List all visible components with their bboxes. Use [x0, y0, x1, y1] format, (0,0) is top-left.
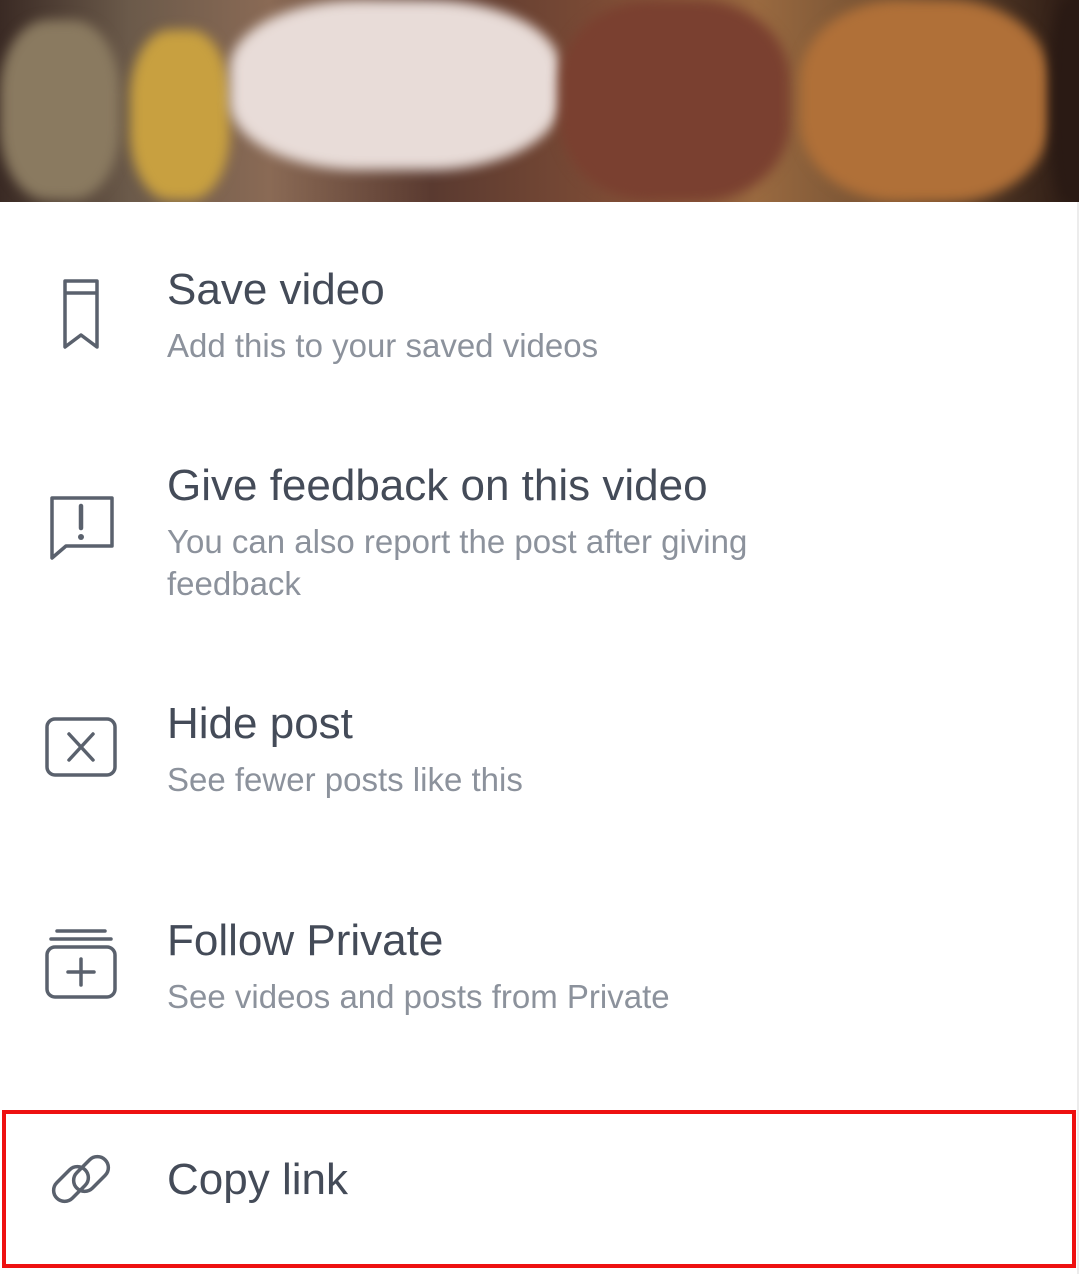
video-thumbnail[interactable] — [0, 0, 1079, 202]
menu-item-hide-post[interactable]: Hide post See fewer posts like this — [0, 696, 1079, 816]
video-blur-region — [130, 30, 230, 200]
link-icon — [40, 1138, 122, 1220]
follow-icon — [40, 921, 122, 1003]
menu-item-copy-link[interactable]: Copy link — [0, 1130, 1079, 1240]
menu-item-title: Give feedback on this video — [167, 461, 708, 510]
menu-item-subtitle: You can also report the post after givin… — [167, 523, 748, 602]
menu-item-subtitle: See videos and posts from Private — [167, 978, 670, 1015]
menu-item-subtitle: Add this to your saved videos — [167, 327, 599, 364]
video-blur-region — [1050, 0, 1079, 202]
video-blur-region — [230, 0, 560, 170]
bookmark-icon — [40, 272, 122, 354]
menu-item-title: Save video — [167, 265, 385, 314]
menu-item-title: Follow Private — [167, 916, 444, 965]
menu-item-title: Hide post — [167, 699, 353, 748]
menu-item-subtitle: See fewer posts like this — [167, 761, 523, 798]
video-blur-region — [0, 20, 120, 200]
menu-item-save-video[interactable]: Save video Add this to your saved videos — [0, 262, 1079, 382]
menu-item-follow-private[interactable]: Follow Private See videos and posts from… — [0, 913, 1079, 1033]
video-blur-region — [560, 0, 790, 202]
video-blur-region — [800, 0, 1050, 202]
menu-item-give-feedback[interactable]: Give feedback on this video You can also… — [0, 458, 1079, 608]
hide-icon — [40, 706, 122, 788]
feedback-icon — [40, 486, 122, 568]
menu-item-title: Copy link — [167, 1155, 348, 1204]
